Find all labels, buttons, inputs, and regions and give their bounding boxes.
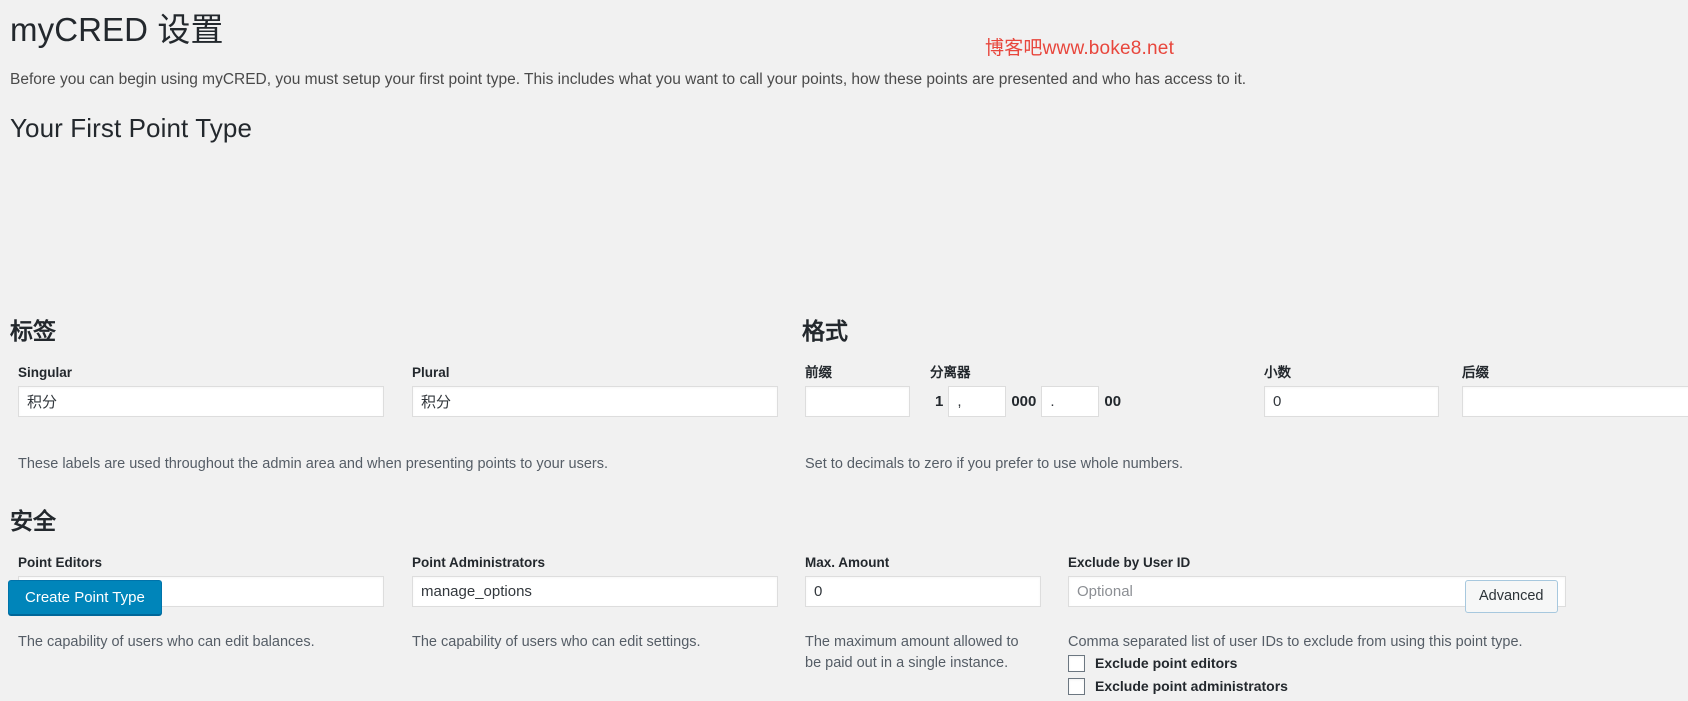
decimals-field-group: 小数 xyxy=(1264,365,1439,418)
separator-lead-digit: 1 xyxy=(935,393,944,411)
singular-field-group: Singular xyxy=(18,365,384,418)
point-editors-label: Point Editors xyxy=(18,555,102,571)
point-administrators-input[interactable] xyxy=(412,576,778,608)
format-section-heading: 格式 xyxy=(802,318,848,345)
max-amount-input[interactable] xyxy=(805,576,1041,608)
thousand-separator-input[interactable] xyxy=(948,386,1007,418)
suffix-input[interactable] xyxy=(1462,386,1688,418)
separator-trail-digits: 00 xyxy=(1104,393,1122,411)
suffix-field-group: 后缀 xyxy=(1462,365,1688,418)
exclude-point-editors-label: Exclude point editors xyxy=(1095,655,1238,672)
intro-paragraph: Before you can begin using myCRED, you m… xyxy=(10,70,1247,88)
point-administrators-label: Point Administrators xyxy=(412,555,546,571)
section-title-first-point-type: Your First Point Type xyxy=(10,113,253,144)
security-section-heading: 安全 xyxy=(10,508,56,535)
point-administrators-help-text: The capability of users who can edit set… xyxy=(412,634,701,651)
plural-field-group: Plural xyxy=(412,365,778,418)
exclude-point-administrators-checkbox[interactable] xyxy=(1068,678,1085,696)
advanced-button[interactable]: Advanced xyxy=(1465,580,1558,613)
page-title: myCRED 设置 xyxy=(10,11,224,48)
format-help-text: Set to decimals to zero if you prefer to… xyxy=(805,456,1183,473)
max-amount-label: Max. Amount xyxy=(805,555,890,571)
max-amount-field-group: Max. Amount xyxy=(805,555,1041,608)
mycred-settings-page: myCRED 设置 博客吧www.boke8.net Before you ca… xyxy=(0,0,1688,696)
separators-row: 1 000 00 xyxy=(930,386,1150,418)
max-amount-help-text: The maximum amount allowed to be paid ou… xyxy=(805,634,1019,672)
singular-input[interactable] xyxy=(18,386,384,418)
exclude-checkbox-group: Exclude point editors Exclude point admi… xyxy=(1068,655,1288,701)
separator-middle-digits: 000 xyxy=(1011,393,1037,411)
exclude-by-user-id-label: Exclude by User ID xyxy=(1068,555,1191,571)
plural-input[interactable] xyxy=(412,386,778,418)
exclude-point-editors-checkbox[interactable] xyxy=(1068,655,1085,673)
decimals-label: 小数 xyxy=(1264,365,1291,381)
exclude-by-user-id-help-text: Comma separated list of user IDs to excl… xyxy=(1068,634,1523,651)
decimal-separator-input[interactable] xyxy=(1041,386,1100,418)
labels-section-heading: 标签 xyxy=(10,318,56,345)
suffix-label: 后缀 xyxy=(1462,365,1489,381)
separators-label: 分离器 xyxy=(930,365,971,381)
labels-help-text: These labels are used throughout the adm… xyxy=(18,456,609,473)
singular-label: Singular xyxy=(18,365,73,381)
exclude-point-editors-row[interactable]: Exclude point editors xyxy=(1068,655,1288,673)
decimals-input[interactable] xyxy=(1264,386,1439,418)
prefix-input[interactable] xyxy=(805,386,910,418)
point-editors-help-text: The capability of users who can edit bal… xyxy=(18,634,315,651)
prefix-field-group: 前缀 xyxy=(805,365,910,418)
point-administrators-field-group: Point Administrators xyxy=(412,555,778,608)
watermark-text: 博客吧www.boke8.net xyxy=(985,38,1175,59)
exclude-point-administrators-row[interactable]: Exclude point administrators xyxy=(1068,678,1288,696)
create-point-type-button[interactable]: Create Point Type xyxy=(8,580,162,615)
plural-label: Plural xyxy=(412,365,450,381)
prefix-label: 前缀 xyxy=(805,365,832,381)
exclude-point-administrators-label: Exclude point administrators xyxy=(1095,678,1288,695)
separators-field-group: 分离器 1 000 00 xyxy=(930,365,1150,418)
